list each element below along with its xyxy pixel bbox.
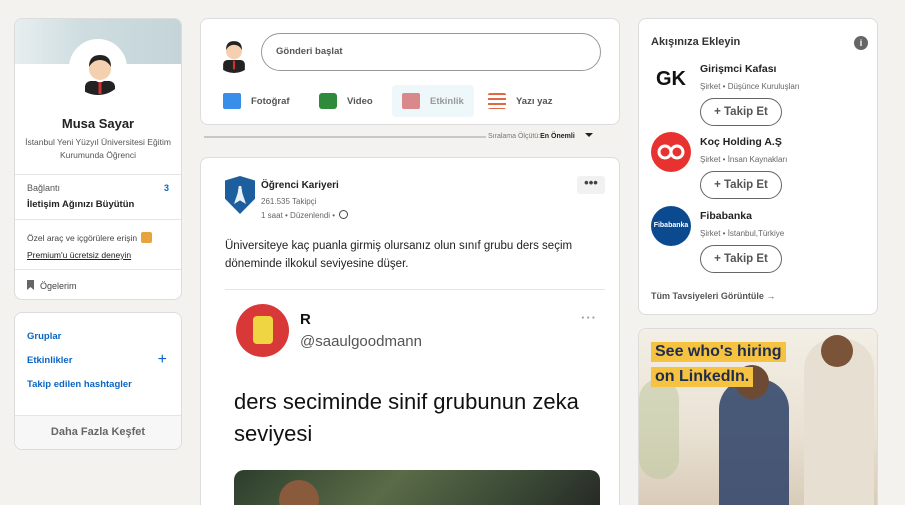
sort-label: Sıralama Ölçütü:	[488, 133, 541, 140]
article-icon	[488, 93, 506, 109]
feed-suggestions-card: Akışınıza Ekleyin i GK Girişmci Kafası Ş…	[638, 18, 878, 315]
premium-icon	[141, 232, 153, 243]
globe-icon	[339, 210, 349, 219]
tweet-handle: @saaulgoodmann	[300, 333, 422, 350]
company-name[interactable]: Girişmci Kafası	[700, 63, 776, 75]
divider	[225, 289, 605, 290]
photo-button[interactable]: Fotoğraf	[223, 85, 290, 117]
event-button[interactable]: Etkinlik	[392, 85, 474, 117]
video-button[interactable]: Video	[319, 85, 373, 117]
post-author[interactable]: Öğrenci Kariyeri	[261, 180, 339, 191]
post-time: 1 saat • Düzenlendi •	[261, 211, 336, 220]
profile-card: Musa Sayar İstanbul Yeni Yüzyıl Üniversi…	[14, 18, 182, 300]
add-event-icon[interactable]: +	[158, 351, 167, 369]
connections-label: Bağlantı	[27, 183, 61, 193]
ad-subheadline: on LinkedIn.	[651, 367, 754, 387]
girisimci-kafasi-logo[interactable]: GK	[651, 59, 691, 99]
company-meta: Şirket • İstanbul,Türkiye	[700, 229, 785, 238]
calendar-icon	[402, 93, 420, 109]
follow-button[interactable]: + Takip Et	[700, 245, 782, 273]
info-icon[interactable]: i	[854, 36, 868, 50]
event-label: Etkinlik	[430, 95, 464, 107]
suggestions-title: Akışınıza Ekleyin	[651, 36, 741, 48]
start-post-input[interactable]: Gönderi başlat	[261, 33, 601, 71]
ad-person-head	[821, 335, 853, 367]
connections-row[interactable]: Bağlantı 3	[27, 183, 169, 193]
feed-post: Öğrenci Kariyeri 261.535 Takipçi 1 saat …	[200, 157, 620, 505]
post-followers: 261.535 Takipçi	[261, 197, 317, 206]
composer-avatar[interactable]	[213, 31, 255, 73]
profile-headline: İstanbul Yeni Yüzyıl Üniversitesi Eğitim…	[25, 137, 171, 160]
my-items-link[interactable]: Ögelerim	[27, 280, 77, 291]
tweet-text: ders seciminde sinif grubunun zeka seviy…	[234, 389, 579, 446]
profile-name[interactable]: Musa Sayar	[15, 116, 181, 131]
company-name[interactable]: Fibabanka	[700, 210, 752, 222]
view-all-recommendations-link[interactable]: Tüm Tavsiyeleri Görüntüle →	[651, 291, 775, 301]
post-composer: Gönderi başlat Fotoğraf Video Etkinlik Y…	[200, 18, 620, 125]
koc-holding-logo[interactable]	[651, 132, 691, 172]
company-meta: Şirket • İnsan Kaynakları	[700, 155, 788, 164]
sort-value: En Önemli	[540, 133, 575, 140]
divider	[15, 219, 181, 220]
video-label: Video	[347, 95, 373, 107]
divider	[15, 174, 181, 175]
divider	[15, 269, 181, 270]
post-more-button[interactable]: •••	[577, 176, 605, 194]
premium-trial-link[interactable]: Premium'u ücretsiz deneyin	[27, 250, 131, 260]
premium-promo: Özel araç ve içgörülere erişin	[27, 232, 153, 243]
tweet-image[interactable]	[234, 470, 600, 505]
post-text: Üniversiteye kaç puanla girmiş olursanız…	[225, 240, 573, 270]
video-icon	[319, 93, 337, 109]
photo-icon	[223, 93, 241, 109]
write-article-button[interactable]: Yazı yaz	[488, 85, 552, 117]
discover-more-button[interactable]: Daha Fazla Keşfet	[15, 415, 181, 449]
caret-down-icon[interactable]	[585, 133, 593, 137]
photo-label: Fotoğraf	[251, 95, 290, 107]
follow-button[interactable]: + Takip Et	[700, 98, 782, 126]
company-logo[interactable]	[225, 176, 255, 214]
tweet-avatar	[236, 304, 289, 357]
follow-button[interactable]: + Takip Et	[700, 171, 782, 199]
discover-card: Gruplar Etkinlikler + Takip edilen hasht…	[14, 312, 182, 450]
profile-avatar[interactable]	[69, 39, 127, 97]
connections-count: 3	[163, 183, 169, 193]
company-name[interactable]: Koç Holding A.Ş	[700, 136, 782, 148]
events-link[interactable]: Etkinlikler	[27, 355, 72, 366]
article-label: Yazı yaz	[516, 95, 553, 107]
bookmark-icon	[27, 280, 34, 290]
tweet-name: R	[300, 311, 311, 328]
groups-link[interactable]: Gruplar	[27, 331, 61, 342]
premium-text: Özel araç ve içgörülere erişin	[27, 233, 138, 243]
grow-network-link[interactable]: İletişim Ağınızı Büyütün	[27, 199, 134, 210]
tweet-more-icon: ···	[581, 310, 597, 325]
ad-headline: See who's hiring	[651, 342, 786, 362]
post-timestamp: 1 saat • Düzenlendi •	[261, 210, 349, 220]
followed-hashtags-link[interactable]: Takip edilen hashtagler	[27, 379, 132, 390]
my-items-label: Ögelerim	[40, 281, 77, 291]
fibabanka-logo[interactable]: Fibabanka	[651, 206, 691, 246]
ad-plant	[639, 379, 679, 479]
linkedin-hiring-ad[interactable]: See who's hiring on LinkedIn.	[638, 328, 878, 505]
sort-dropdown[interactable]: Sıralama Ölçütü:En Önemli	[488, 133, 575, 140]
company-meta: Şirket • Düşünce Kuruluşları	[700, 82, 800, 91]
sort-divider	[204, 136, 486, 138]
